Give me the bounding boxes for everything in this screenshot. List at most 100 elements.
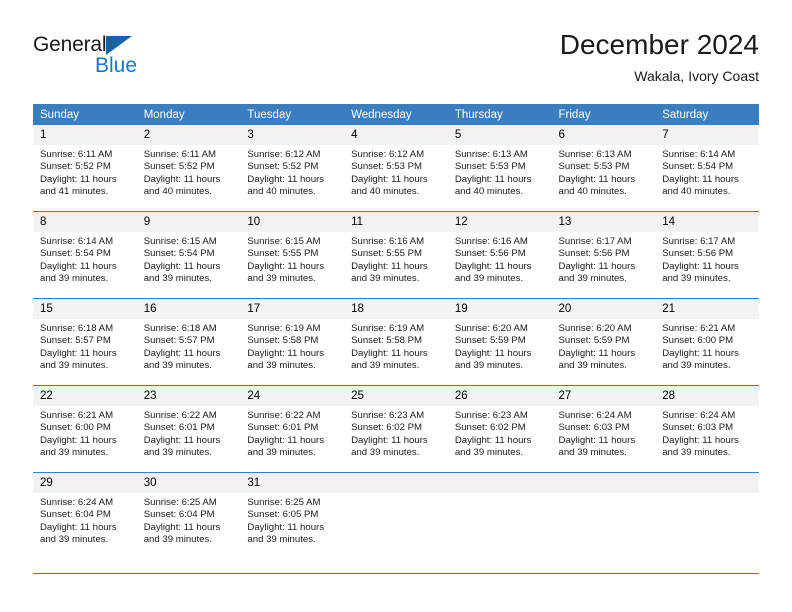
day-cell[interactable]: 14 Sunrise: 6:17 AM Sunset: 5:56 PM Dayligh… — [655, 211, 759, 299]
day-number: 10 — [240, 212, 345, 232]
daylight-text-line1: Daylight: 11 hours — [662, 347, 739, 359]
day-number: 15 — [33, 299, 137, 319]
day-number: 23 — [136, 386, 241, 406]
sunrise-text: Sunrise: 6:16 AM — [351, 236, 425, 247]
day-cell[interactable]: 9 Sunrise: 6:15 AM Sunset: 5:54 PM Daylight… — [136, 211, 241, 299]
sunset-text: Sunset: 5:56 PM — [558, 248, 630, 260]
sunset-text: Sunset: 6:01 PM — [247, 422, 319, 434]
day-details: Sunrise: 6:23 AM Sunset: 6:02 PM Daylight:… — [448, 406, 552, 460]
day-cell[interactable]: 11 Sunrise: 6:16 AM Sunset: 5:55 PM Dayligh… — [344, 211, 448, 299]
day-number: 17 — [240, 299, 345, 319]
calendar-week-row: 15 Sunrise: 6:18 AM Sunset: 5:57 PM Dayligh… — [33, 298, 759, 386]
sunrise-text: Sunrise: 6:11 AM — [143, 149, 217, 160]
calendar-week-row: 22 Sunrise: 6:21 AM Sunset: 6:00 PM Dayligh… — [33, 385, 759, 473]
day-details: Sunrise: 6:22 AM Sunset: 6:01 PM Daylight:… — [137, 406, 241, 460]
logo-text-blue: Blue — [95, 54, 138, 77]
daylight-text-line1: Daylight: 11 hours — [40, 347, 117, 359]
day-details: Sunrise: 6:14 AM Sunset: 5:54 PM Daylight:… — [33, 232, 137, 286]
sunrise-text: Sunrise: 6:21 AM — [40, 410, 114, 421]
day-cell[interactable]: 10 Sunrise: 6:15 AM Sunset: 5:55 PM Dayligh… — [240, 211, 345, 299]
sunset-text: Sunset: 5:53 PM — [454, 161, 526, 173]
calendar-bottom-rule — [33, 573, 759, 574]
day-cell[interactable]: 12 Sunrise: 6:16 AM Sunset: 5:56 PM Dayligh… — [447, 211, 552, 299]
daylight-text-line2: and 39 minutes. — [40, 534, 109, 546]
sunset-text: Sunset: 5:53 PM — [558, 161, 630, 173]
day-cell[interactable]: 22 Sunrise: 6:21 AM Sunset: 6:00 PM Dayligh… — [33, 385, 137, 473]
day-details: Sunrise: 6:20 AM Sunset: 5:59 PM Daylight:… — [448, 319, 552, 373]
day-cell[interactable]: 7 Sunrise: 6:14 AM Sunset: 5:54 PM Daylight… — [655, 125, 759, 212]
daylight-text-line2: and 39 minutes. — [351, 447, 420, 459]
day-cell[interactable]: 3 Sunrise: 6:12 AM Sunset: 5:52 PM Daylight… — [240, 125, 345, 212]
day-details: Sunrise: 6:15 AM Sunset: 5:54 PM Daylight:… — [137, 232, 241, 286]
daylight-text-line1: Daylight: 11 hours — [247, 347, 325, 359]
sunrise-text: Sunrise: 6:25 AM — [143, 497, 217, 508]
day-cell[interactable]: 20 Sunrise: 6:20 AM Sunset: 5:59 PM Dayligh… — [551, 298, 656, 386]
daylight-text-line2: and 39 minutes. — [247, 447, 316, 459]
day-cell[interactable]: 6 Sunrise: 6:13 AM Sunset: 5:53 PM Daylight… — [551, 125, 656, 212]
day-cell[interactable]: 19 Sunrise: 6:20 AM Sunset: 5:59 PM Dayligh… — [447, 298, 552, 386]
day-number: 24 — [240, 386, 345, 406]
daylight-text-line2: and 39 minutes. — [40, 447, 109, 459]
day-cell[interactable]: 23 Sunrise: 6:22 AM Sunset: 6:01 PM Dayligh… — [136, 385, 241, 473]
day-cell[interactable]: 8 Sunrise: 6:14 AM Sunset: 5:54 PM Daylight… — [33, 211, 137, 299]
sunrise-text: Sunrise: 6:14 AM — [40, 236, 114, 247]
day-cell[interactable]: 21 Sunrise: 6:21 AM Sunset: 6:00 PM Dayligh… — [655, 298, 759, 386]
daylight-text-line2: and 39 minutes. — [558, 447, 627, 459]
logo-text-general: General — [33, 33, 107, 56]
sunrise-text: Sunrise: 6:18 AM — [40, 323, 114, 334]
sunset-text: Sunset: 5:57 PM — [40, 335, 111, 347]
title-block: December 2024 Wakala, Ivory Coast — [560, 28, 759, 85]
day-details: Sunrise: 6:17 AM Sunset: 5:56 PM Daylight:… — [552, 232, 656, 286]
sunrise-text: Sunrise: 6:16 AM — [454, 236, 528, 247]
day-cell[interactable]: 27 Sunrise: 6:24 AM Sunset: 6:03 PM Dayligh… — [551, 385, 656, 473]
sunset-text: Sunset: 6:05 PM — [247, 509, 319, 521]
day-details: Sunrise: 6:25 AM Sunset: 6:05 PM Daylight:… — [240, 493, 344, 547]
weekday-header-wednesday: Wednesday — [344, 104, 448, 125]
day-number: 21 — [655, 299, 759, 319]
sunset-text: Sunset: 5:52 PM — [247, 161, 319, 173]
daylight-text-line2: and 41 minutes. — [40, 186, 109, 198]
day-number: 2 — [136, 125, 241, 145]
day-details: Sunrise: 6:13 AM Sunset: 5:53 PM Daylight:… — [448, 145, 552, 199]
day-cell[interactable]: 2 Sunrise: 6:11 AM Sunset: 5:52 PM Daylight… — [136, 125, 241, 212]
daylight-text-line1: Daylight: 11 hours — [143, 173, 221, 185]
day-details: Sunrise: 6:17 AM Sunset: 5:56 PM Daylight:… — [655, 232, 759, 286]
day-cell[interactable]: 18 Sunrise: 6:19 AM Sunset: 5:58 PM Dayligh… — [344, 298, 448, 386]
day-cell[interactable]: 24 Sunrise: 6:22 AM Sunset: 6:01 PM Dayligh… — [240, 385, 345, 473]
daylight-text-line1: Daylight: 11 hours — [351, 173, 428, 185]
day-cell[interactable]: 25 Sunrise: 6:23 AM Sunset: 6:02 PM Dayligh… — [344, 385, 448, 473]
day-cell[interactable]: 31 Sunrise: 6:25 AM Sunset: 6:05 PM Dayligh… — [240, 472, 345, 559]
day-number: 5 — [447, 125, 552, 145]
day-cell[interactable]: 26 Sunrise: 6:23 AM Sunset: 6:02 PM Dayligh… — [447, 385, 552, 473]
day-cell[interactable]: 29 Sunrise: 6:24 AM Sunset: 6:04 PM Dayligh… — [33, 472, 137, 559]
day-number: 14 — [655, 212, 759, 232]
day-cell[interactable]: 17 Sunrise: 6:19 AM Sunset: 5:58 PM Dayligh… — [240, 298, 345, 386]
sunrise-text: Sunrise: 6:19 AM — [351, 323, 425, 334]
day-details: Sunrise: 6:15 AM Sunset: 5:55 PM Daylight:… — [240, 232, 344, 286]
sunset-text: Sunset: 5:53 PM — [351, 161, 423, 173]
general-blue-logo[interactable]: General Blue — [33, 34, 253, 90]
day-details: Sunrise: 6:21 AM Sunset: 6:00 PM Daylight:… — [655, 319, 759, 373]
sunset-text: Sunset: 5:55 PM — [247, 248, 319, 260]
day-cell[interactable]: 1 Sunrise: 6:11 AM Sunset: 5:52 PM Daylight… — [33, 125, 137, 212]
day-cell[interactable]: 30 Sunrise: 6:25 AM Sunset: 6:04 PM Dayligh… — [136, 472, 241, 559]
daylight-text-line2: and 39 minutes. — [143, 360, 212, 372]
day-number: 27 — [551, 386, 656, 406]
sunset-text: Sunset: 5:54 PM — [662, 161, 734, 173]
day-cell[interactable]: 15 Sunrise: 6:18 AM Sunset: 5:57 PM Dayligh… — [33, 298, 137, 386]
day-number: 11 — [344, 212, 448, 232]
day-cell[interactable]: 4 Sunrise: 6:12 AM Sunset: 5:53 PM Daylight… — [344, 125, 448, 212]
daylight-text-line2: and 39 minutes. — [558, 273, 627, 285]
day-number: 31 — [240, 473, 345, 493]
day-cell[interactable]: 16 Sunrise: 6:18 AM Sunset: 5:57 PM Dayligh… — [136, 298, 241, 386]
sunrise-text: Sunrise: 6:24 AM — [40, 497, 114, 508]
day-cell[interactable]: 13 Sunrise: 6:17 AM Sunset: 5:56 PM Dayligh… — [551, 211, 656, 299]
weekday-header-sunday: Sunday — [33, 104, 137, 125]
daylight-text-line2: and 39 minutes. — [40, 360, 109, 372]
daylight-text-line2: and 39 minutes. — [143, 273, 212, 285]
day-cell[interactable]: 28 Sunrise: 6:24 AM Sunset: 6:03 PM Dayligh… — [655, 385, 759, 473]
day-details: Sunrise: 6:16 AM Sunset: 5:55 PM Daylight:… — [344, 232, 448, 286]
day-number: 30 — [136, 473, 241, 493]
day-cell[interactable]: 5 Sunrise: 6:13 AM Sunset: 5:53 PM Daylight… — [447, 125, 552, 212]
sunset-text: Sunset: 5:57 PM — [143, 335, 215, 347]
